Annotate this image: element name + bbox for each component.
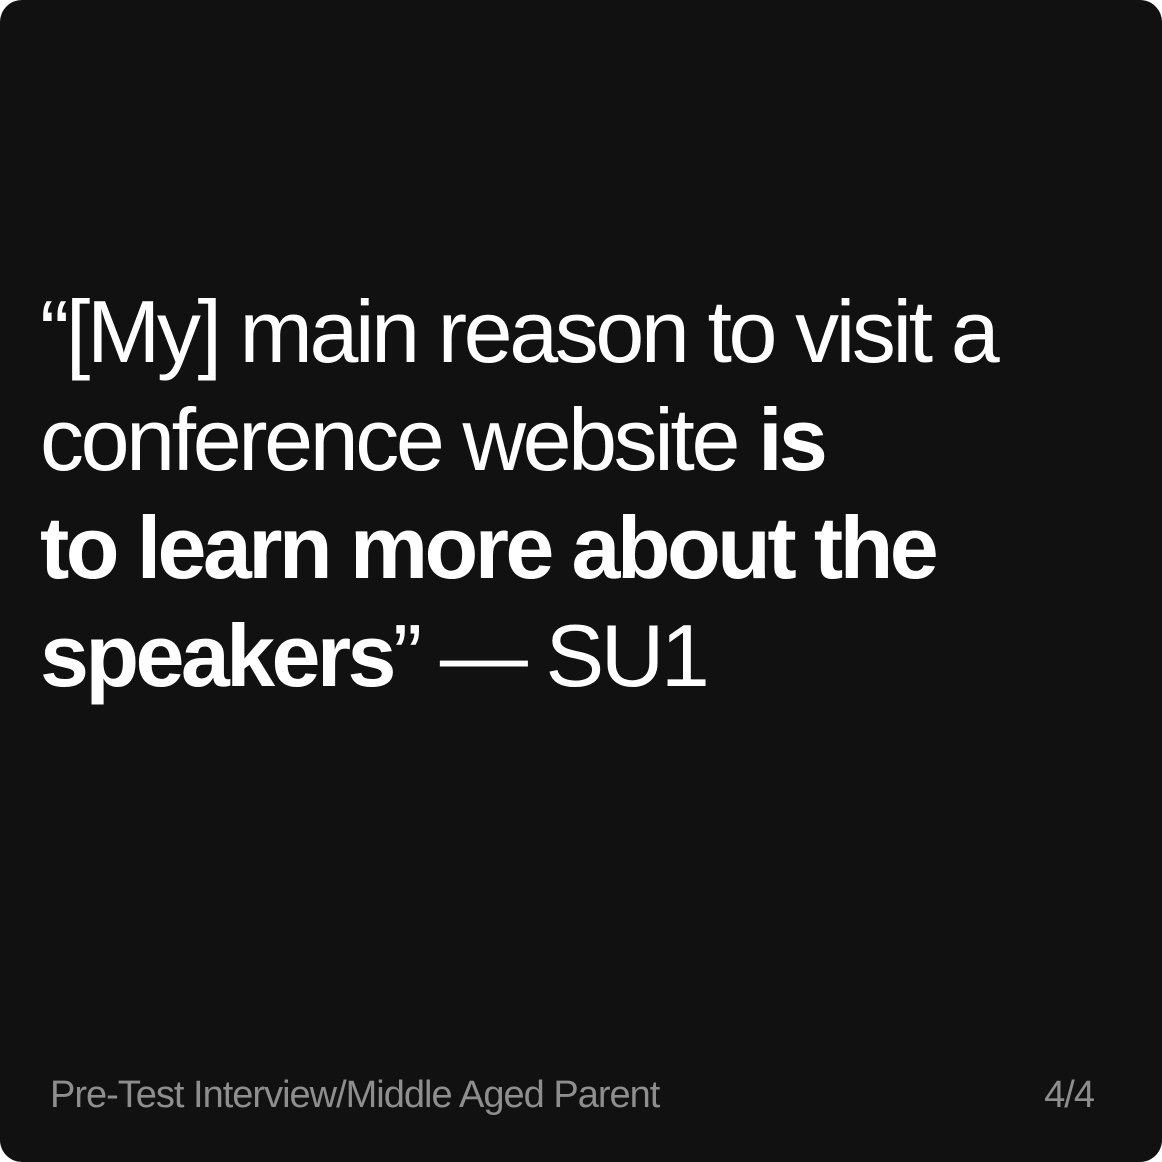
quote-text: “[My] main reason to visit a conference …: [40, 278, 1130, 710]
source-caption: Pre-Test Interview/Middle Aged Parent: [50, 1074, 660, 1116]
page-indicator: 4/4: [1044, 1074, 1095, 1116]
quote-attribution: ” — SU1: [392, 606, 710, 705]
quote-emphasis-is: is: [758, 390, 828, 489]
quote-card: “[My] main reason to visit a conference …: [0, 0, 1162, 1162]
quote-regular-intro: “[My] main reason to visit a conference …: [40, 282, 1000, 489]
